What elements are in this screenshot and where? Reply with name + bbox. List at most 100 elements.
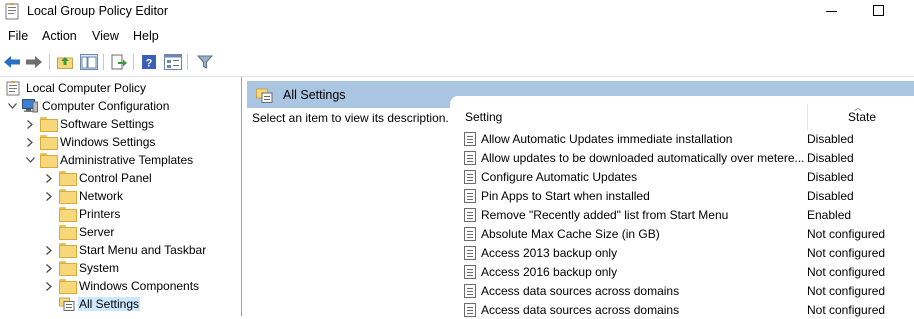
setting-name: Pin Apps to Start when installed <box>481 188 650 203</box>
tree-item-label: All Settings <box>78 297 141 311</box>
help-icon[interactable]: ? <box>139 52 159 72</box>
tree-item[interactable]: Local Computer Policy <box>6 79 147 97</box>
folder-icon <box>59 279 77 294</box>
setting-state: Disabled <box>807 188 854 203</box>
menu-view[interactable]: View <box>92 29 119 43</box>
column-header-state[interactable]: State <box>848 110 876 124</box>
tree-item[interactable]: Start Menu and Taskbar <box>43 241 207 259</box>
setting-state: Not configured <box>807 264 886 279</box>
toolbar: ? <box>0 48 914 76</box>
menu-help[interactable]: Help <box>133 29 159 43</box>
policy-setting-icon <box>464 302 476 317</box>
chevron-right-icon[interactable] <box>43 190 55 202</box>
setting-name: Configure Automatic Updates <box>481 169 638 184</box>
folder-icon <box>59 171 77 186</box>
table-row[interactable]: Access 2013 backup only Not configured <box>464 243 904 262</box>
tree-item-label: Software Settings <box>60 117 155 131</box>
setting-name: Access 2016 backup only <box>481 264 618 279</box>
table-row[interactable]: Allow updates to be downloaded automatic… <box>464 148 904 167</box>
computer-icon <box>22 99 38 113</box>
chevron-right-icon[interactable] <box>43 280 55 292</box>
tree-item-label: Windows Components <box>79 279 200 293</box>
setting-state: Not configured <box>807 283 886 298</box>
all-settings-icon <box>59 297 75 311</box>
minimize-button[interactable] <box>826 11 837 12</box>
svg-text:?: ? <box>146 58 153 70</box>
chevron-right-icon[interactable] <box>24 136 36 148</box>
menu-file[interactable]: File <box>8 29 28 43</box>
tree-item-label: Control Panel <box>79 171 152 185</box>
folder-icon <box>59 261 77 276</box>
table-row[interactable]: Access 2016 backup only Not configured <box>464 262 904 281</box>
tree-item[interactable]: Windows Components <box>43 277 200 295</box>
folder-icon <box>59 189 77 204</box>
setting-name: Remove "Recently added" list from Start … <box>481 207 729 222</box>
tree-item[interactable]: Control Panel <box>43 169 153 187</box>
window-title: Local Group Policy Editor <box>27 4 169 18</box>
chevron-right-icon[interactable] <box>43 262 55 274</box>
policy-setting-icon <box>464 283 476 298</box>
tree-item[interactable]: Computer Configuration <box>6 97 170 115</box>
chevron-down-icon[interactable] <box>6 100 18 112</box>
table-row[interactable]: Configure Automatic Updates Disabled <box>464 167 904 186</box>
column-divider[interactable] <box>807 104 808 130</box>
menu-action[interactable]: Action <box>42 29 77 43</box>
chevron-right-icon[interactable] <box>24 118 36 130</box>
tree-item[interactable]: All Settings <box>43 295 141 313</box>
content-header-title: All Settings <box>283 87 346 102</box>
tree-item-label: Computer Configuration <box>42 99 170 113</box>
tree-item-label: Administrative Templates <box>60 153 194 167</box>
setting-state: Enabled <box>807 207 852 222</box>
filter-icon[interactable] <box>195 52 215 72</box>
chevron-right-icon[interactable] <box>43 172 55 184</box>
tree-item-label: Windows Settings <box>60 135 156 149</box>
table-row[interactable]: Allow Automatic Updates immediate instal… <box>464 129 904 148</box>
tree-item[interactable]: System <box>43 259 120 277</box>
table-row[interactable]: Absolute Max Cache Size (in GB) Not confi… <box>464 224 904 243</box>
tree-item[interactable]: Software Settings <box>24 115 155 133</box>
setting-name: Access data sources across domains <box>481 283 680 298</box>
policy-setting-icon <box>464 226 476 241</box>
setting-state: Disabled <box>807 150 854 165</box>
tree-item[interactable]: Administrative Templates <box>24 151 194 169</box>
back-arrow-icon[interactable] <box>2 52 22 72</box>
setting-state: Not configured <box>807 245 886 260</box>
chevron-down-icon[interactable] <box>24 154 36 166</box>
tree-item-label: Start Menu and Taskbar <box>79 243 207 257</box>
table-row[interactable]: Pin Apps to Start when installed Disabled <box>464 186 904 205</box>
policy-root-icon <box>6 81 22 96</box>
tree-item[interactable]: Server <box>43 223 115 241</box>
tree-item-label: Local Computer Policy <box>26 81 147 95</box>
properties-icon[interactable] <box>163 52 183 72</box>
column-header-setting[interactable]: Setting <box>465 110 502 124</box>
setting-state: Not configured <box>807 302 886 317</box>
tree-pane: Local Computer Policy Computer Configurat… <box>0 77 242 316</box>
setting-name: Access 2013 backup only <box>481 245 618 260</box>
policy-setting-icon <box>464 169 476 184</box>
all-settings-icon <box>256 88 273 103</box>
forward-arrow-icon[interactable] <box>24 52 44 72</box>
setting-name: Allow Automatic Updates immediate instal… <box>481 131 733 146</box>
maximize-button[interactable] <box>873 5 884 16</box>
tree-item[interactable]: Printers <box>43 205 121 223</box>
tree-item[interactable]: Network <box>43 187 124 205</box>
setting-state: Disabled <box>807 131 854 146</box>
show-hide-tree-icon[interactable] <box>79 52 99 72</box>
tree-item-label: Server <box>79 225 115 239</box>
policy-setting-icon <box>464 131 476 146</box>
table-row[interactable]: Access data sources across domains Not co… <box>464 300 904 319</box>
folder-icon <box>59 243 77 258</box>
setting-name: Absolute Max Cache Size (in GB) <box>481 226 660 241</box>
export-list-icon[interactable] <box>109 52 129 72</box>
tree-item[interactable]: Windows Settings <box>24 133 156 151</box>
table-row[interactable]: Access data sources across domains Not co… <box>464 281 904 300</box>
folder-icon <box>59 207 77 222</box>
up-folder-icon[interactable] <box>55 52 75 72</box>
table-row[interactable]: Remove "Recently added" list from Start … <box>464 205 904 224</box>
chevron-right-icon[interactable] <box>43 244 55 256</box>
setting-state: Not configured <box>807 226 886 241</box>
setting-state: Disabled <box>807 169 854 184</box>
